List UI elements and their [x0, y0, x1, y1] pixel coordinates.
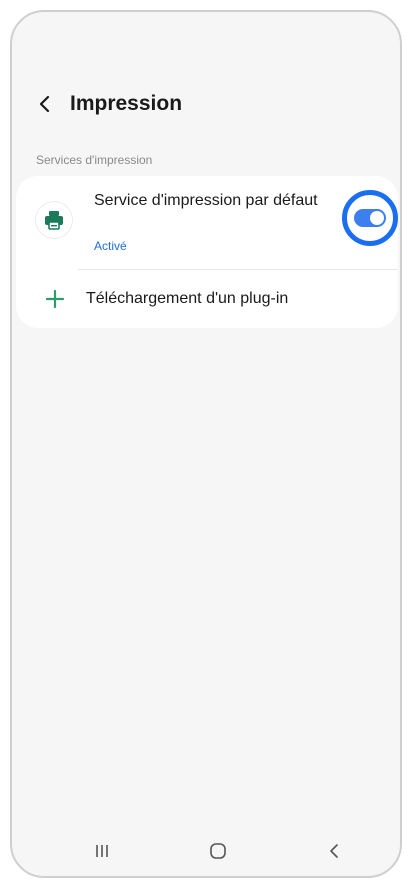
- download-plugin-label: Téléchargement d'un plug-in: [86, 290, 289, 307]
- default-print-service-row[interactable]: Service d'impression par défaut Activé: [16, 176, 398, 268]
- print-service-toggle[interactable]: [354, 209, 386, 227]
- print-service-status: Activé: [94, 239, 127, 253]
- back-icon: [330, 844, 338, 858]
- print-service-title: Service d'impression par défaut: [94, 192, 318, 209]
- phone-frame: Impression Services d'impression Service…: [10, 10, 402, 878]
- nav-back-button[interactable]: [322, 840, 346, 862]
- page-title: Impression: [70, 92, 183, 115]
- home-icon: [210, 843, 226, 859]
- download-plugin-row[interactable]: Téléchargement d'un plug-in: [16, 270, 398, 328]
- recent-apps-icon: [96, 845, 108, 857]
- plus-icon: [45, 289, 65, 309]
- printer-icon: [45, 211, 63, 230]
- recent-apps-button[interactable]: [90, 840, 114, 862]
- section-label: Services d'impression: [36, 153, 153, 167]
- settings-card: Service d'impression par défaut Activé T…: [16, 176, 398, 328]
- navigation-bar: [12, 826, 400, 876]
- printer-icon-container: [36, 202, 72, 238]
- chevron-left-icon: [39, 95, 50, 113]
- toggle-knob: [370, 211, 384, 225]
- app-bar: Impression: [34, 92, 182, 116]
- back-button[interactable]: [34, 93, 56, 115]
- toggle-highlight-circle: [342, 190, 398, 246]
- home-button[interactable]: [206, 840, 230, 862]
